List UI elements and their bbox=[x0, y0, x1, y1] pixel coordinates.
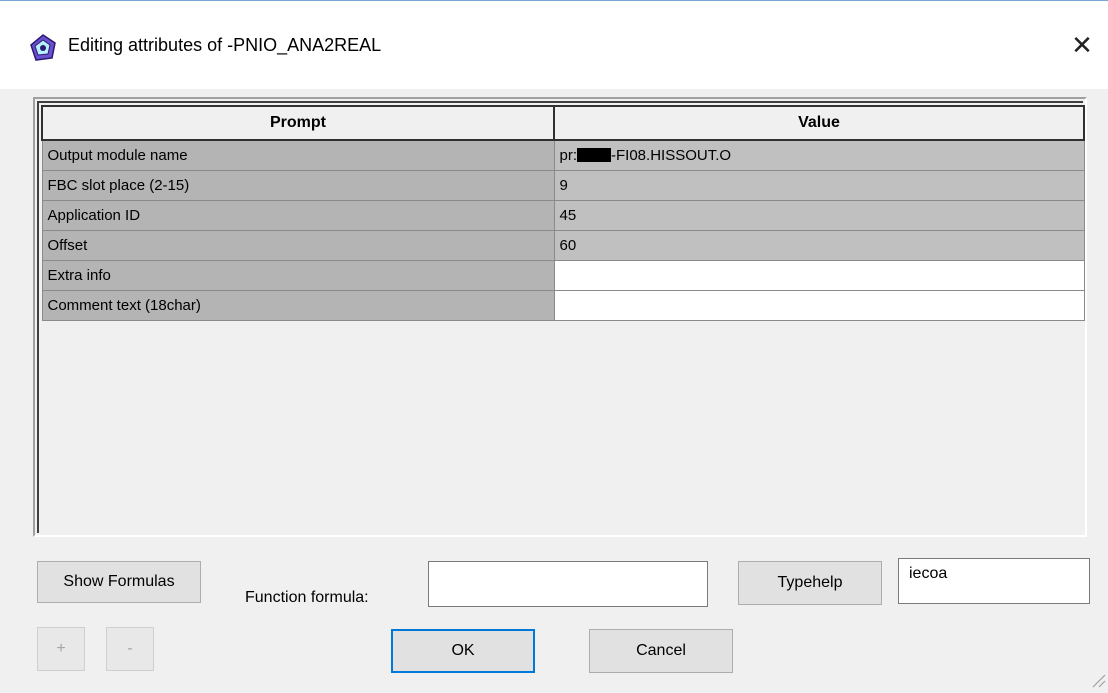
resize-grip-icon[interactable] bbox=[1088, 670, 1106, 688]
row-prompt: Output module name bbox=[41, 139, 555, 171]
redaction-block bbox=[577, 148, 612, 162]
row-prompt: Comment text (18char) bbox=[41, 290, 555, 321]
row-value[interactable]: 45 bbox=[553, 200, 1085, 231]
window-title: Editing attributes of -PNIO_ANA2REAL bbox=[68, 35, 382, 55]
row-value[interactable]: pr: -FI08.HISSOUT.O bbox=[553, 139, 1085, 171]
table-row[interactable]: Offset 60 bbox=[41, 230, 1085, 261]
table-row[interactable]: Output module name pr: -FI08.HISSOUT.O bbox=[41, 139, 1085, 171]
column-header-prompt[interactable]: Prompt bbox=[41, 105, 555, 141]
table-row[interactable]: Application ID 45 bbox=[41, 200, 1085, 231]
column-header-value[interactable]: Value bbox=[553, 105, 1085, 141]
table-row[interactable]: Extra info bbox=[41, 260, 1085, 291]
attribute-grid-panel: Prompt Value Output module name pr: -FI08… bbox=[33, 97, 1087, 537]
dialog-window: Editing attributes of -PNIO_ANA2REAL ✕ P… bbox=[0, 0, 1108, 690]
row-value-prefix: pr: bbox=[559, 147, 578, 164]
cancel-button[interactable]: Cancel bbox=[589, 629, 733, 673]
add-row-button[interactable]: + bbox=[37, 627, 85, 671]
row-value-editable[interactable] bbox=[553, 260, 1085, 291]
remove-row-button[interactable]: - bbox=[106, 627, 154, 671]
ok-button[interactable]: OK bbox=[391, 629, 535, 673]
attributes-table: Prompt Value Output module name pr: -FI08… bbox=[41, 105, 1085, 321]
type-input[interactable] bbox=[898, 558, 1090, 604]
editing-attributes-icon bbox=[28, 33, 58, 63]
function-formula-label: Function formula: bbox=[245, 589, 369, 606]
show-formulas-button[interactable]: Show Formulas bbox=[37, 561, 201, 603]
row-prompt: Offset bbox=[41, 230, 555, 261]
close-icon: ✕ bbox=[1071, 29, 1093, 60]
row-prompt: Application ID bbox=[41, 200, 555, 231]
row-value-editable[interactable] bbox=[553, 290, 1085, 321]
table-row[interactable]: Comment text (18char) bbox=[41, 290, 1085, 321]
row-prompt: Extra info bbox=[41, 260, 555, 291]
table-header-row: Prompt Value bbox=[41, 105, 1085, 141]
close-button[interactable]: ✕ bbox=[1064, 27, 1100, 63]
row-value-suffix: -FI08.HISSOUT.O bbox=[611, 147, 732, 164]
table-row[interactable]: FBC slot place (2-15) 9 bbox=[41, 170, 1085, 201]
row-value[interactable]: 60 bbox=[553, 230, 1085, 261]
row-prompt: FBC slot place (2-15) bbox=[41, 170, 555, 201]
row-value[interactable]: 9 bbox=[553, 170, 1085, 201]
attribute-grid: Prompt Value Output module name pr: -FI08… bbox=[37, 101, 1085, 533]
function-formula-input[interactable] bbox=[428, 561, 708, 607]
title-bar[interactable]: Editing attributes of -PNIO_ANA2REAL ✕ bbox=[0, 1, 1108, 89]
typehelp-button[interactable]: Typehelp bbox=[738, 561, 882, 605]
